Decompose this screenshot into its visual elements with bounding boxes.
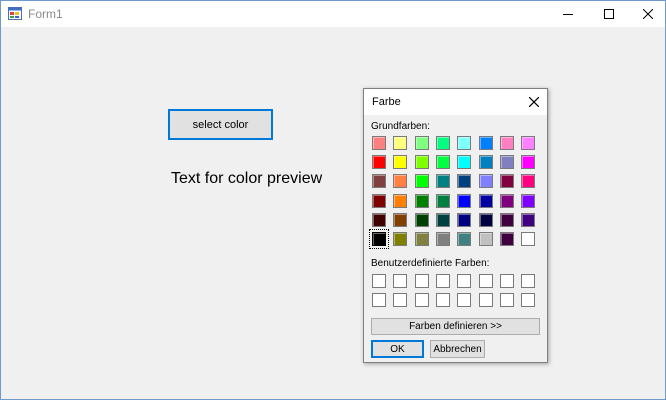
basic-colors-label: Grundfarben: <box>371 121 430 132</box>
basic-color-swatch[interactable] <box>393 213 407 227</box>
basic-color-swatch[interactable] <box>457 155 471 169</box>
basic-color-swatch[interactable] <box>500 194 514 208</box>
basic-color-swatch[interactable] <box>457 232 471 246</box>
define-custom-colors-button[interactable]: Farben definieren >> <box>371 318 540 335</box>
minimize-button[interactable] <box>545 1 591 27</box>
window-title: Form1 <box>28 7 63 21</box>
custom-color-swatch[interactable] <box>393 274 407 288</box>
basic-color-swatch[interactable] <box>415 155 429 169</box>
basic-color-swatch[interactable] <box>457 213 471 227</box>
basic-color-swatch[interactable] <box>436 213 450 227</box>
basic-colors-grid <box>369 136 544 249</box>
close-button[interactable] <box>625 1 666 27</box>
custom-color-swatch[interactable] <box>415 274 429 288</box>
close-icon <box>529 97 539 107</box>
basic-color-swatch[interactable] <box>415 174 429 188</box>
custom-colors-label: Benutzerdefinierte Farben: <box>371 258 490 269</box>
basic-color-swatch[interactable] <box>500 232 514 246</box>
dialog-close-button[interactable] <box>524 92 544 112</box>
basic-color-swatch[interactable] <box>372 174 386 188</box>
custom-color-swatch[interactable] <box>457 274 471 288</box>
basic-color-swatch[interactable] <box>500 174 514 188</box>
custom-color-swatch[interactable] <box>500 274 514 288</box>
maximize-icon <box>604 9 614 19</box>
title-bar[interactable]: Form1 <box>1 1 665 27</box>
basic-color-swatch[interactable] <box>393 136 407 150</box>
basic-color-swatch[interactable] <box>479 174 493 188</box>
minimize-icon <box>563 14 573 15</box>
custom-colors-grid <box>372 274 544 314</box>
basic-color-swatch[interactable] <box>479 213 493 227</box>
basic-color-swatch[interactable] <box>436 232 450 246</box>
basic-color-swatch[interactable] <box>369 229 389 249</box>
basic-color-swatch[interactable] <box>436 136 450 150</box>
custom-color-swatch[interactable] <box>479 293 493 307</box>
cancel-button[interactable]: Abbrechen <box>430 340 485 358</box>
basic-color-swatch[interactable] <box>521 232 535 246</box>
custom-color-swatch[interactable] <box>500 293 514 307</box>
basic-color-swatch[interactable] <box>457 194 471 208</box>
basic-color-swatch[interactable] <box>521 174 535 188</box>
custom-color-swatch[interactable] <box>436 274 450 288</box>
custom-color-swatch[interactable] <box>457 293 471 307</box>
basic-color-swatch[interactable] <box>415 194 429 208</box>
basic-color-swatch[interactable] <box>415 213 429 227</box>
basic-color-swatch[interactable] <box>521 136 535 150</box>
basic-color-swatch[interactable] <box>457 174 471 188</box>
form1-window: Form1 select color Text for color previe… <box>0 0 666 400</box>
ok-button[interactable]: OK <box>371 340 424 358</box>
form-app-icon <box>8 7 22 20</box>
basic-color-swatch[interactable] <box>415 136 429 150</box>
basic-color-swatch[interactable] <box>500 136 514 150</box>
basic-color-swatch[interactable] <box>372 213 386 227</box>
basic-color-swatch[interactable] <box>521 194 535 208</box>
basic-color-swatch[interactable] <box>457 136 471 150</box>
custom-color-swatch[interactable] <box>521 293 535 307</box>
basic-color-swatch[interactable] <box>393 194 407 208</box>
basic-color-swatch[interactable] <box>372 136 386 150</box>
basic-color-swatch[interactable] <box>500 213 514 227</box>
custom-color-swatch[interactable] <box>415 293 429 307</box>
close-icon <box>643 9 653 19</box>
basic-color-swatch[interactable] <box>436 155 450 169</box>
color-dialog: Farbe Grundfarben: Benutzerdefinierte Fa… <box>363 88 548 363</box>
custom-color-swatch[interactable] <box>479 274 493 288</box>
basic-color-swatch[interactable] <box>436 174 450 188</box>
custom-color-swatch[interactable] <box>436 293 450 307</box>
basic-color-swatch[interactable] <box>393 155 407 169</box>
basic-color-swatch[interactable] <box>479 155 493 169</box>
dialog-title-bar[interactable]: Farbe <box>364 89 547 115</box>
basic-color-swatch[interactable] <box>393 174 407 188</box>
basic-color-swatch[interactable] <box>479 232 493 246</box>
dialog-title: Farbe <box>372 96 401 108</box>
basic-color-swatch[interactable] <box>415 232 429 246</box>
basic-color-swatch[interactable] <box>521 155 535 169</box>
basic-color-swatch[interactable] <box>500 155 514 169</box>
custom-color-swatch[interactable] <box>393 293 407 307</box>
custom-color-swatch[interactable] <box>521 274 535 288</box>
basic-color-swatch[interactable] <box>479 194 493 208</box>
basic-color-swatch[interactable] <box>393 232 407 246</box>
basic-color-swatch[interactable] <box>436 194 450 208</box>
basic-color-swatch[interactable] <box>479 136 493 150</box>
custom-color-swatch[interactable] <box>372 274 386 288</box>
color-preview-text: Text for color preview <box>171 170 323 187</box>
basic-color-swatch[interactable] <box>372 155 386 169</box>
basic-color-swatch[interactable] <box>372 194 386 208</box>
select-color-button[interactable]: select color <box>168 109 273 140</box>
basic-color-swatch[interactable] <box>521 213 535 227</box>
custom-color-swatch[interactable] <box>372 293 386 307</box>
